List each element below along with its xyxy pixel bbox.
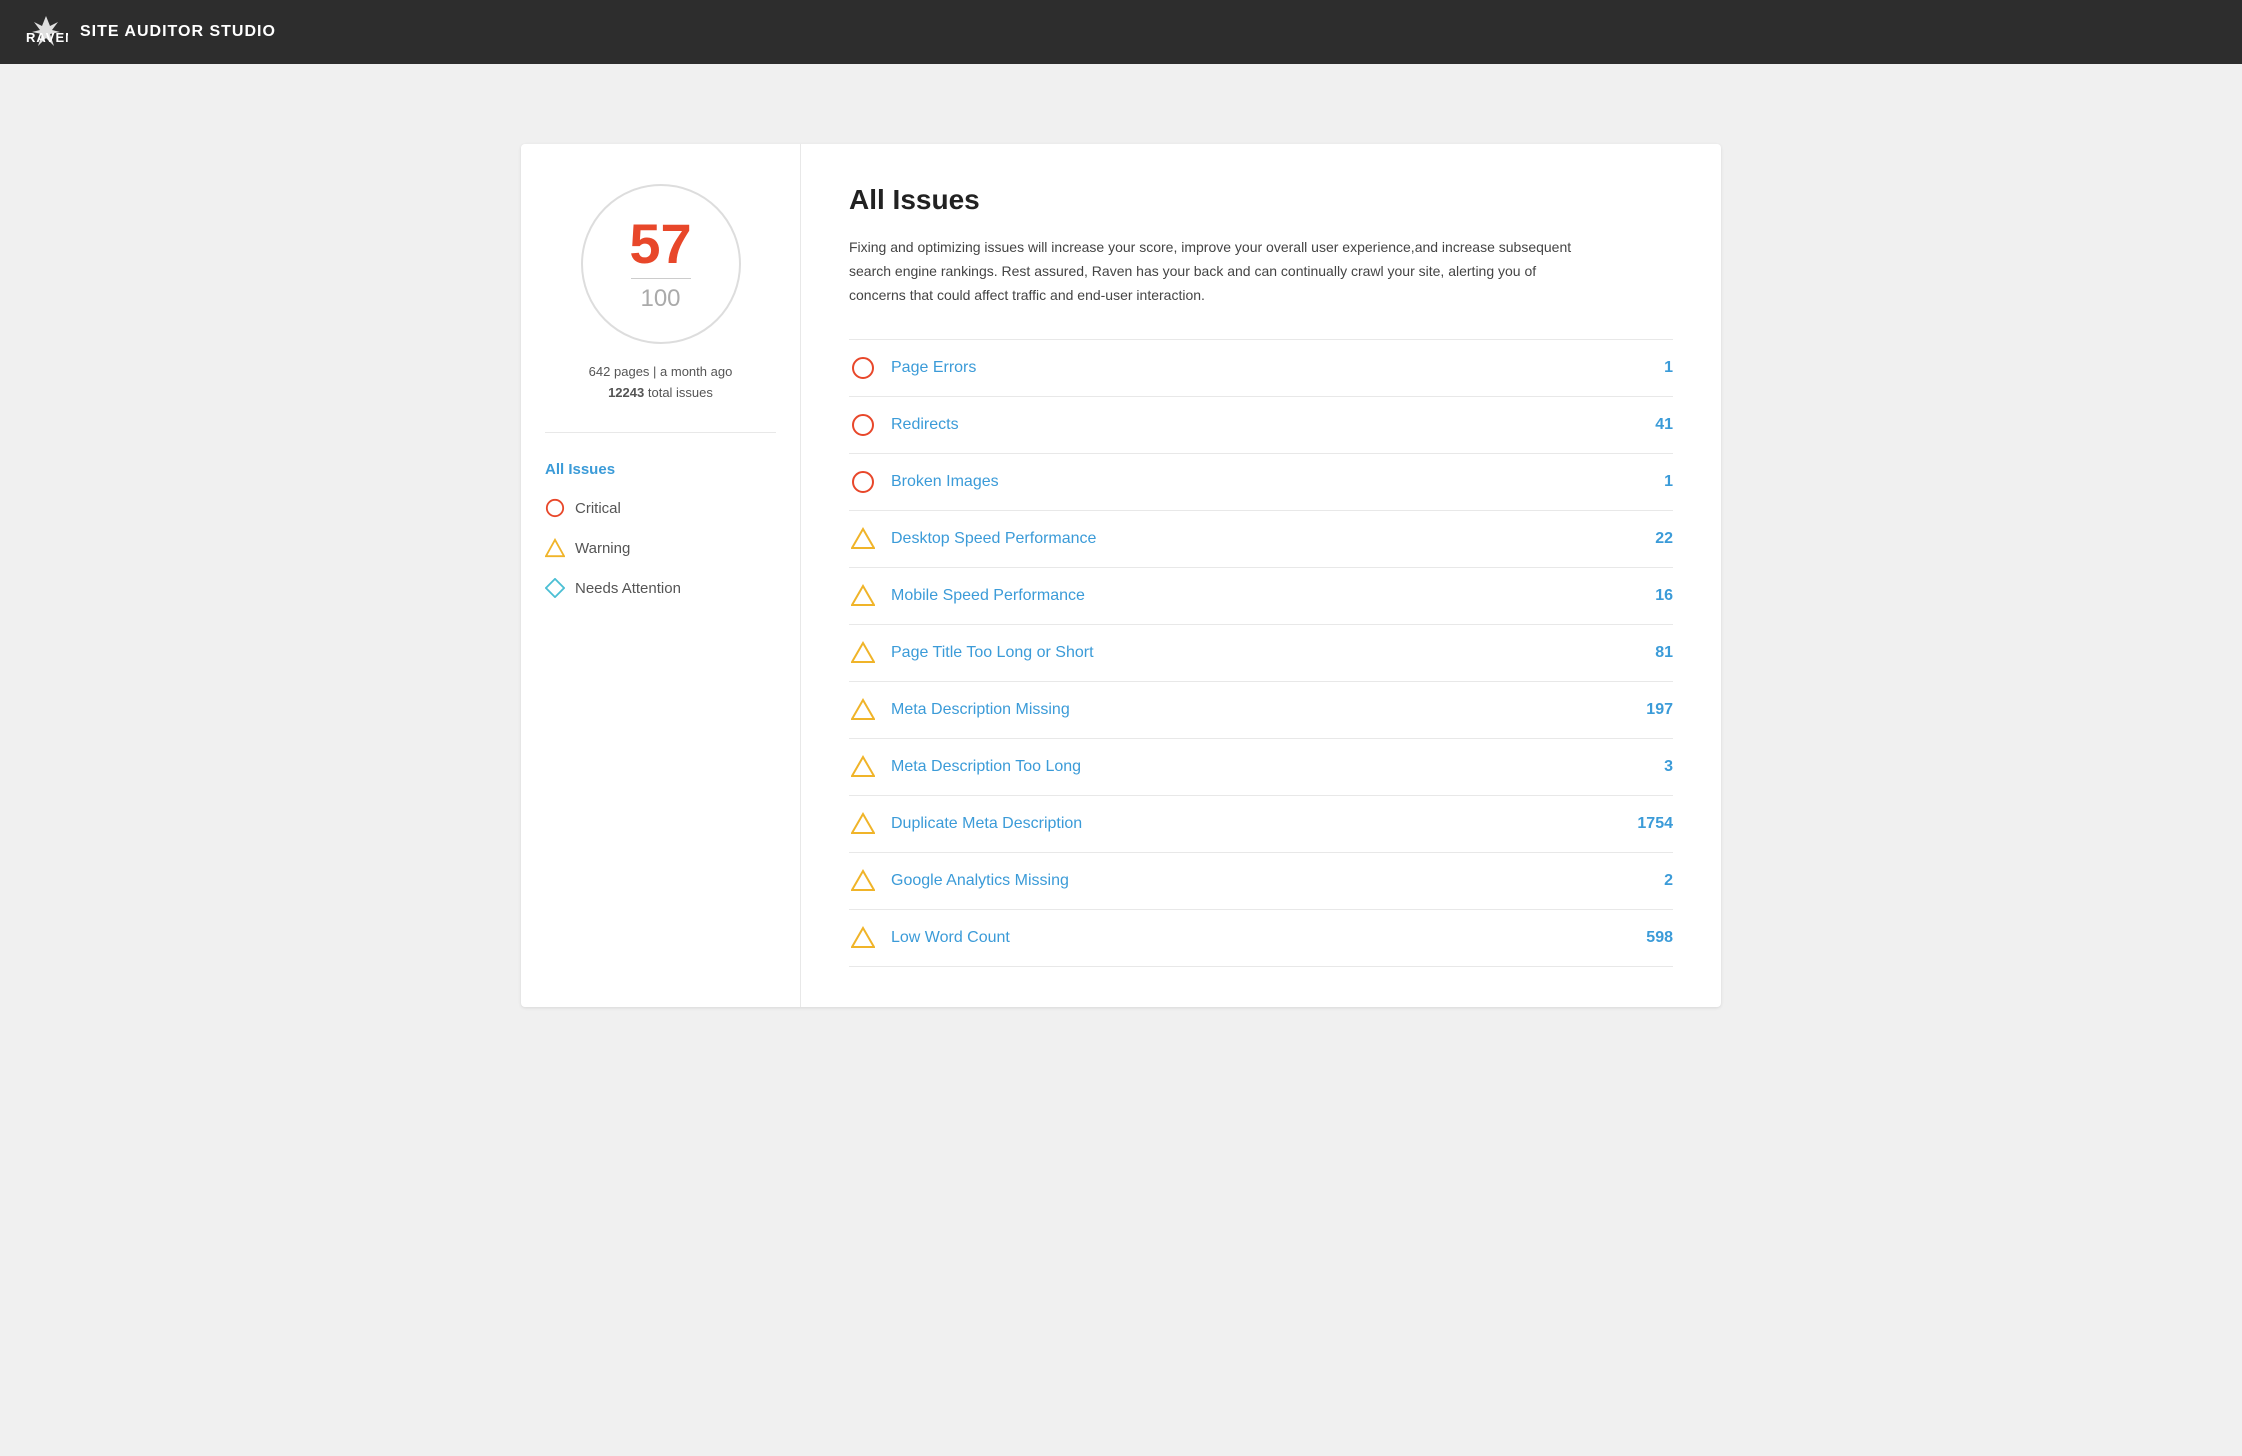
issue-label-meta-description-missing[interactable]: Meta Description Missing: [891, 701, 1609, 719]
pages-count: 642: [589, 364, 611, 379]
critical-icon: [849, 354, 877, 382]
warning-triangle-icon: [849, 924, 877, 952]
sidebar-item-all-issues[interactable]: All Issues: [545, 457, 776, 482]
circle-outline-icon: [851, 413, 875, 437]
score-divider: [631, 278, 691, 279]
issue-count-meta-description-too-long: 3: [1623, 758, 1673, 776]
intro-text: Fixing and optimizing issues will increa…: [849, 236, 1589, 307]
main-container: 57 100 642 pages | a month ago 12243 tot…: [521, 144, 1721, 1007]
issue-row-mobile-speed-performance: Mobile Speed Performance 16: [849, 568, 1673, 625]
warning-triangle-icon: [849, 867, 877, 895]
issue-label-redirects[interactable]: Redirects: [891, 416, 1609, 434]
triangle-outline-icon: [851, 755, 875, 779]
warning-label: Warning: [575, 540, 630, 557]
issue-count-page-title-too-long-or-short: 81: [1623, 644, 1673, 662]
issue-row-page-title-too-long-or-short: Page Title Too Long or Short 81: [849, 625, 1673, 682]
header: RAVEN SITE AUDITOR STUDIO: [0, 0, 2242, 64]
triangle-icon: [545, 538, 565, 558]
nav-items: All Issues Critical Warning: [545, 457, 776, 602]
sidebar-item-critical[interactable]: Critical: [545, 494, 776, 522]
needs-attention-label: Needs Attention: [575, 580, 681, 597]
triangle-outline-icon: [851, 584, 875, 608]
score-circle: 57 100: [581, 184, 741, 344]
issue-row-desktop-speed-performance: Desktop Speed Performance 22: [849, 511, 1673, 568]
raven-logo-icon: RAVEN: [24, 10, 68, 54]
issue-row-low-word-count: Low Word Count 598: [849, 910, 1673, 967]
logo: RAVEN SITE AUDITOR STUDIO: [24, 10, 276, 54]
issue-label-broken-images[interactable]: Broken Images: [891, 473, 1609, 491]
issue-label-meta-description-too-long[interactable]: Meta Description Too Long: [891, 758, 1609, 776]
score-max: 100: [640, 285, 680, 313]
all-issues-label: All Issues: [545, 461, 615, 478]
triangle-outline-icon: [851, 641, 875, 665]
issue-count-duplicate-meta-description: 1754: [1623, 815, 1673, 833]
warning-triangle-icon: [849, 582, 877, 610]
issue-row-redirects: Redirects 41: [849, 397, 1673, 454]
issue-count-low-word-count: 598: [1623, 929, 1673, 947]
circle-outline-icon: [851, 470, 875, 494]
issue-label-duplicate-meta-description[interactable]: Duplicate Meta Description: [891, 815, 1609, 833]
issue-label-desktop-speed-performance[interactable]: Desktop Speed Performance: [891, 530, 1609, 548]
diamond-icon: [545, 578, 565, 598]
issue-label-google-analytics-missing[interactable]: Google Analytics Missing: [891, 872, 1609, 890]
warning-triangle-icon: [849, 639, 877, 667]
issue-label-mobile-speed-performance[interactable]: Mobile Speed Performance: [891, 587, 1609, 605]
issue-label-page-title-too-long-or-short[interactable]: Page Title Too Long or Short: [891, 644, 1609, 662]
total-issues-label: total issues: [648, 385, 713, 400]
pages-info: 642 pages | a month ago: [589, 364, 733, 379]
triangle-outline-icon: [851, 698, 875, 722]
sidebar-item-needs-attention[interactable]: Needs Attention: [545, 574, 776, 602]
pages-label: pages |: [614, 364, 660, 379]
sidebar: 57 100 642 pages | a month ago 12243 tot…: [521, 144, 801, 1007]
sidebar-divider: [545, 432, 776, 433]
issue-row-page-errors: Page Errors 1: [849, 339, 1673, 397]
issue-count-redirects: 41: [1623, 416, 1673, 434]
critical-label: Critical: [575, 500, 621, 517]
issue-label-low-word-count[interactable]: Low Word Count: [891, 929, 1609, 947]
issue-count-page-errors: 1: [1623, 359, 1673, 377]
warning-triangle-icon: [849, 525, 877, 553]
triangle-outline-icon: [851, 869, 875, 893]
issue-row-meta-description-too-long: Meta Description Too Long 3: [849, 739, 1673, 796]
app-title: SITE AUDITOR STUDIO: [80, 23, 276, 41]
issue-count-broken-images: 1: [1623, 473, 1673, 491]
warning-triangle-icon: [849, 753, 877, 781]
issue-row-meta-description-missing: Meta Description Missing 197: [849, 682, 1673, 739]
issues-list: Page Errors1 Redirects41 Broken Images1 …: [849, 339, 1673, 967]
total-issues-count: 12243: [608, 385, 644, 400]
issue-count-mobile-speed-performance: 16: [1623, 587, 1673, 605]
warning-triangle-icon: [849, 810, 877, 838]
issue-count-meta-description-missing: 197: [1623, 701, 1673, 719]
circle-outline-icon: [851, 356, 875, 380]
score-value: 57: [629, 216, 691, 272]
main-content: All Issues Fixing and optimizing issues …: [801, 144, 1721, 1007]
triangle-outline-icon: [851, 527, 875, 551]
issue-row-duplicate-meta-description: Duplicate Meta Description 1754: [849, 796, 1673, 853]
issue-row-broken-images: Broken Images 1: [849, 454, 1673, 511]
issue-label-page-errors[interactable]: Page Errors: [891, 359, 1609, 377]
time-ago: a month ago: [660, 364, 732, 379]
critical-icon: [849, 411, 877, 439]
circle-icon: [545, 498, 565, 518]
issue-count-google-analytics-missing: 2: [1623, 872, 1673, 890]
issue-count-desktop-speed-performance: 22: [1623, 530, 1673, 548]
triangle-outline-icon: [851, 926, 875, 950]
issue-row-google-analytics-missing: Google Analytics Missing 2: [849, 853, 1673, 910]
sidebar-item-warning[interactable]: Warning: [545, 534, 776, 562]
page-title: All Issues: [849, 184, 1673, 216]
total-issues: 12243 total issues: [608, 385, 713, 400]
triangle-outline-icon: [851, 812, 875, 836]
warning-triangle-icon: [849, 696, 877, 724]
critical-icon: [849, 468, 877, 496]
